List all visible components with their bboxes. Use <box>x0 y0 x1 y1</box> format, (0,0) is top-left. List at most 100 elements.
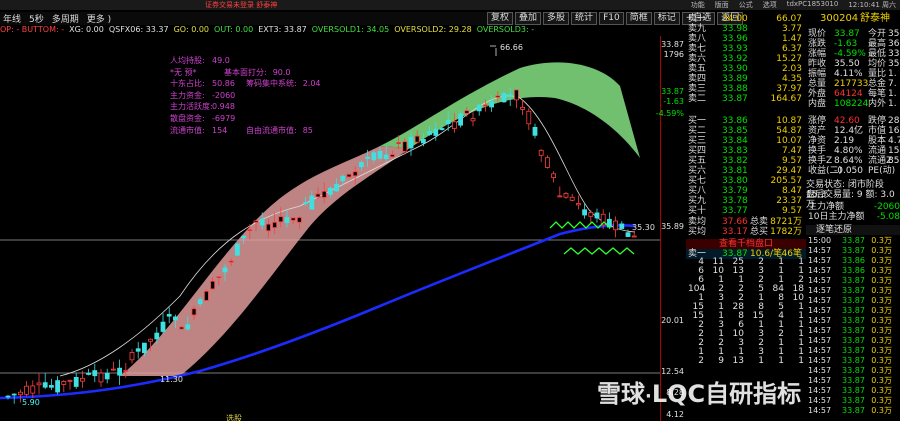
ten-day-value: -5.08 <box>876 212 900 222</box>
candle-body <box>576 203 581 206</box>
candle-body <box>470 118 476 122</box>
buy-row[interactable]: 买十 33.77 9.57 <box>686 206 806 216</box>
sell-row[interactable]: 卖二 33.87 164.67 <box>686 94 806 104</box>
buy-row[interactable]: 买七 33.80 205.57 <box>686 176 806 186</box>
candle-body <box>135 348 141 352</box>
quote-value: 4.80% <box>834 146 863 156</box>
sell-row[interactable]: 卖九 33.98 3.77 <box>686 24 806 34</box>
tick-price: 33.87 <box>842 336 865 345</box>
simple-frame-button[interactable]: 简框 <box>625 12 652 25</box>
axis-tick: -4.59% <box>655 109 684 118</box>
sell-row[interactable]: 卖八 33.96 1.47 <box>686 34 806 44</box>
order-depth-link[interactable]: 查看千档盘口 <box>686 239 806 249</box>
tick-time: 14:57 <box>808 376 832 385</box>
quote-row: 振幅 4.11% 量比 1. <box>806 69 900 79</box>
kline-chart[interactable]: 66.66 35.30 5.90 11.30 选股 <box>0 36 660 421</box>
tick-price: 33.87 <box>842 316 865 325</box>
menu-formula[interactable]: 公式 <box>739 0 753 10</box>
tick-price: 33.87 <box>842 396 865 405</box>
book-label: 卖均 <box>688 217 707 227</box>
indicator-value: OVERSOLD1: 34.05 <box>311 25 390 34</box>
tick-volume: 0.3万 <box>871 306 892 315</box>
adjust-button[interactable]: 复权 <box>487 12 514 25</box>
tab-tick-restore[interactable]: 逐笔还原 <box>806 225 900 235</box>
watermark-tag: LQC自研指标 <box>651 380 802 408</box>
buy-row[interactable]: 买五 33.82 9.57 <box>686 156 806 166</box>
watermark-brand: 雪球 <box>597 380 645 408</box>
sell-row[interactable]: 卖三 33.88 37.97 <box>686 84 806 94</box>
recent-label: 35.30 <box>632 223 655 232</box>
candle-body <box>67 379 73 382</box>
book-volume: 7.47 <box>781 146 802 156</box>
tab-multi-period[interactable]: 多周期 <box>52 12 79 25</box>
candle-body <box>396 142 402 144</box>
menu-options[interactable]: 选项 <box>763 0 777 10</box>
tick-price: 33.87 <box>842 286 865 295</box>
info-label: *无 预* <box>170 67 197 77</box>
book-label: 买均 <box>688 227 707 237</box>
candle-body <box>284 217 290 223</box>
book-volume: 10.87 <box>776 116 802 126</box>
tick-row: 14:57 33.87 0.3万 <box>806 346 900 356</box>
buy-row[interactable]: 买八 33.79 8.47 <box>686 186 806 196</box>
quote-row: 昨收 35.50 均价35. <box>806 59 900 69</box>
buy-row[interactable]: 买四 33.83 7.47 <box>686 146 806 156</box>
book-volume: 54.87 <box>776 126 802 136</box>
candle-body <box>141 342 147 354</box>
sell-row[interactable]: 卖四 33.89 4.35 <box>686 74 806 84</box>
candle-body <box>619 223 625 229</box>
overlay-button[interactable]: 叠加 <box>515 12 542 25</box>
candle-body <box>482 104 488 107</box>
book-volume: 15.27 <box>776 54 802 64</box>
candle-body <box>495 95 501 98</box>
menu-layout[interactable]: 版面 <box>715 0 729 10</box>
tick-volume: 0.3万 <box>871 376 892 385</box>
tick-time: 14:57 <box>808 386 832 395</box>
stock-info-overlay: 人均持股: 49.0 *无 预* 基本面打分: 90.0 十东占比: 50.86 筹码集中系统… <box>170 55 321 136</box>
quote-value: 42.60 <box>834 116 860 126</box>
quote-label: 内外 <box>868 99 887 109</box>
menu-function[interactable]: 功能 <box>691 0 705 10</box>
buy-row[interactable]: 买三 33.84 10.07 <box>686 136 806 146</box>
grid-row: 223211 <box>686 339 806 348</box>
sell-row[interactable]: 卖五 33.90 2.03 <box>686 64 806 74</box>
book-label: 卖三 <box>688 84 707 94</box>
book-volume: 10.07 <box>776 136 802 146</box>
info-value: 50.86 <box>212 79 235 89</box>
candle-body <box>179 326 185 330</box>
mark-button[interactable]: 标记 <box>653 12 680 25</box>
book-header: 卖一 34.00 66.07 <box>686 14 806 24</box>
info-value: 2.04 <box>302 79 321 89</box>
quote-value: 35. <box>888 29 900 39</box>
tick-price: 33.86 <box>842 266 865 275</box>
candle-body <box>272 221 278 228</box>
book-label: 卖一 <box>688 14 707 24</box>
main-fund-row: 主力净额 -2060 <box>806 202 900 212</box>
tab-year[interactable]: 年线 <box>3 12 21 25</box>
tab-5s[interactable]: 5秒 <box>29 12 44 25</box>
candle-body <box>296 217 302 223</box>
f10-button[interactable]: F10 <box>599 12 624 25</box>
candle-body <box>253 220 259 223</box>
book-price: 33.80 <box>722 176 748 186</box>
multi-stock-button[interactable]: 多股 <box>543 12 570 25</box>
candle-body <box>24 385 30 395</box>
quote-value: 4.11% <box>834 69 863 79</box>
book-price: 34.00 <box>722 14 748 24</box>
buy-row[interactable]: 买九 33.78 23.37 <box>686 196 806 206</box>
quote-value: 1. <box>888 99 897 109</box>
book-volume: 8721万 <box>770 217 802 227</box>
candle-body <box>80 377 85 382</box>
grid-cell: 1 <box>758 356 764 366</box>
buy-row[interactable]: 买二 33.85 54.87 <box>686 126 806 136</box>
sell-row[interactable]: 卖七 33.93 6.37 <box>686 44 806 54</box>
sell-row[interactable]: 卖六 33.92 15.27 <box>686 54 806 64</box>
candle-body <box>402 141 408 152</box>
stats-button[interactable]: 统计 <box>571 12 598 25</box>
buy-row[interactable]: 买一 33.86 10.87 <box>686 116 806 126</box>
tab-more[interactable]: 更多 ) <box>87 12 111 25</box>
quote-row: 换手 4.80% 流通154 <box>806 146 900 156</box>
buy-row[interactable]: 买六 33.81 29.47 <box>686 166 806 176</box>
book-label: 买七 <box>688 176 707 186</box>
quote-value: 64124 <box>834 89 863 99</box>
